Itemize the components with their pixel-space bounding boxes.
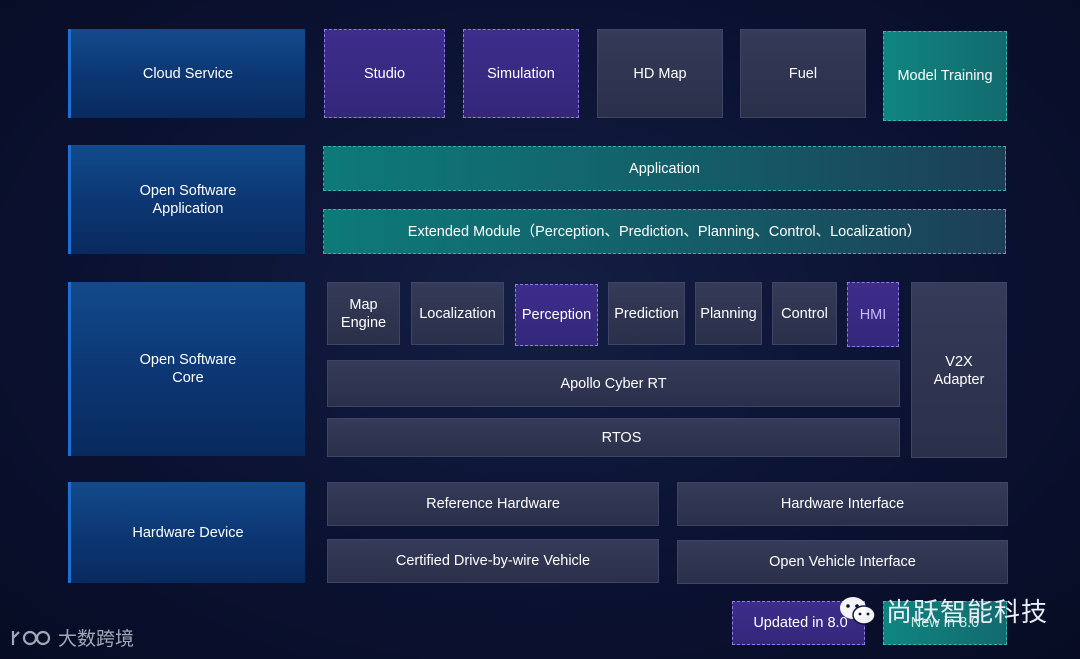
- watermark-left: 大数跨境: [10, 624, 134, 651]
- simulation-box: Simulation: [463, 29, 579, 118]
- layer-cloud-service: Cloud Service: [68, 29, 305, 118]
- perception-box: Perception: [515, 284, 598, 346]
- layer-open-software-application: Open Software Application: [68, 145, 305, 254]
- open-vehicle-interface-box: Open Vehicle Interface: [677, 540, 1008, 584]
- brand-logo-icon: [11, 630, 51, 645]
- model-training-box: Model Training: [883, 31, 1007, 121]
- map-engine-box: Map Engine: [327, 282, 400, 345]
- rtos-box: RTOS: [327, 418, 900, 457]
- layer-open-software-core: Open Software Core: [68, 282, 305, 456]
- prediction-box: Prediction: [608, 282, 685, 345]
- planning-box: Planning: [695, 282, 762, 345]
- v2x-adapter-box: V2X Adapter: [911, 282, 1007, 458]
- watermark-left-text: 大数跨境: [58, 628, 135, 650]
- application-box: Application: [323, 146, 1006, 191]
- certified-vehicle-box: Certified Drive-by-wire Vehicle: [327, 539, 659, 583]
- wechat-icon: [840, 596, 876, 625]
- control-box: Control: [772, 282, 837, 345]
- hmi-box: HMI: [847, 282, 899, 347]
- layer-hardware-device: Hardware Device: [68, 482, 305, 583]
- hardware-interface-box: Hardware Interface: [677, 482, 1008, 526]
- apollo-cyber-rt-box: Apollo Cyber RT: [327, 360, 900, 407]
- watermark-right-text: 尚跃智能科技: [886, 598, 1049, 628]
- localization-box: Localization: [411, 282, 504, 345]
- watermark-right: 尚跃智能科技: [838, 592, 1048, 629]
- fuel-box: Fuel: [740, 29, 866, 118]
- reference-hardware-box: Reference Hardware: [327, 482, 659, 526]
- hd-map-box: HD Map: [597, 29, 723, 118]
- studio-box: Studio: [324, 29, 445, 118]
- extended-module-box: Extended Module（Perception、Prediction、Pl…: [323, 209, 1006, 254]
